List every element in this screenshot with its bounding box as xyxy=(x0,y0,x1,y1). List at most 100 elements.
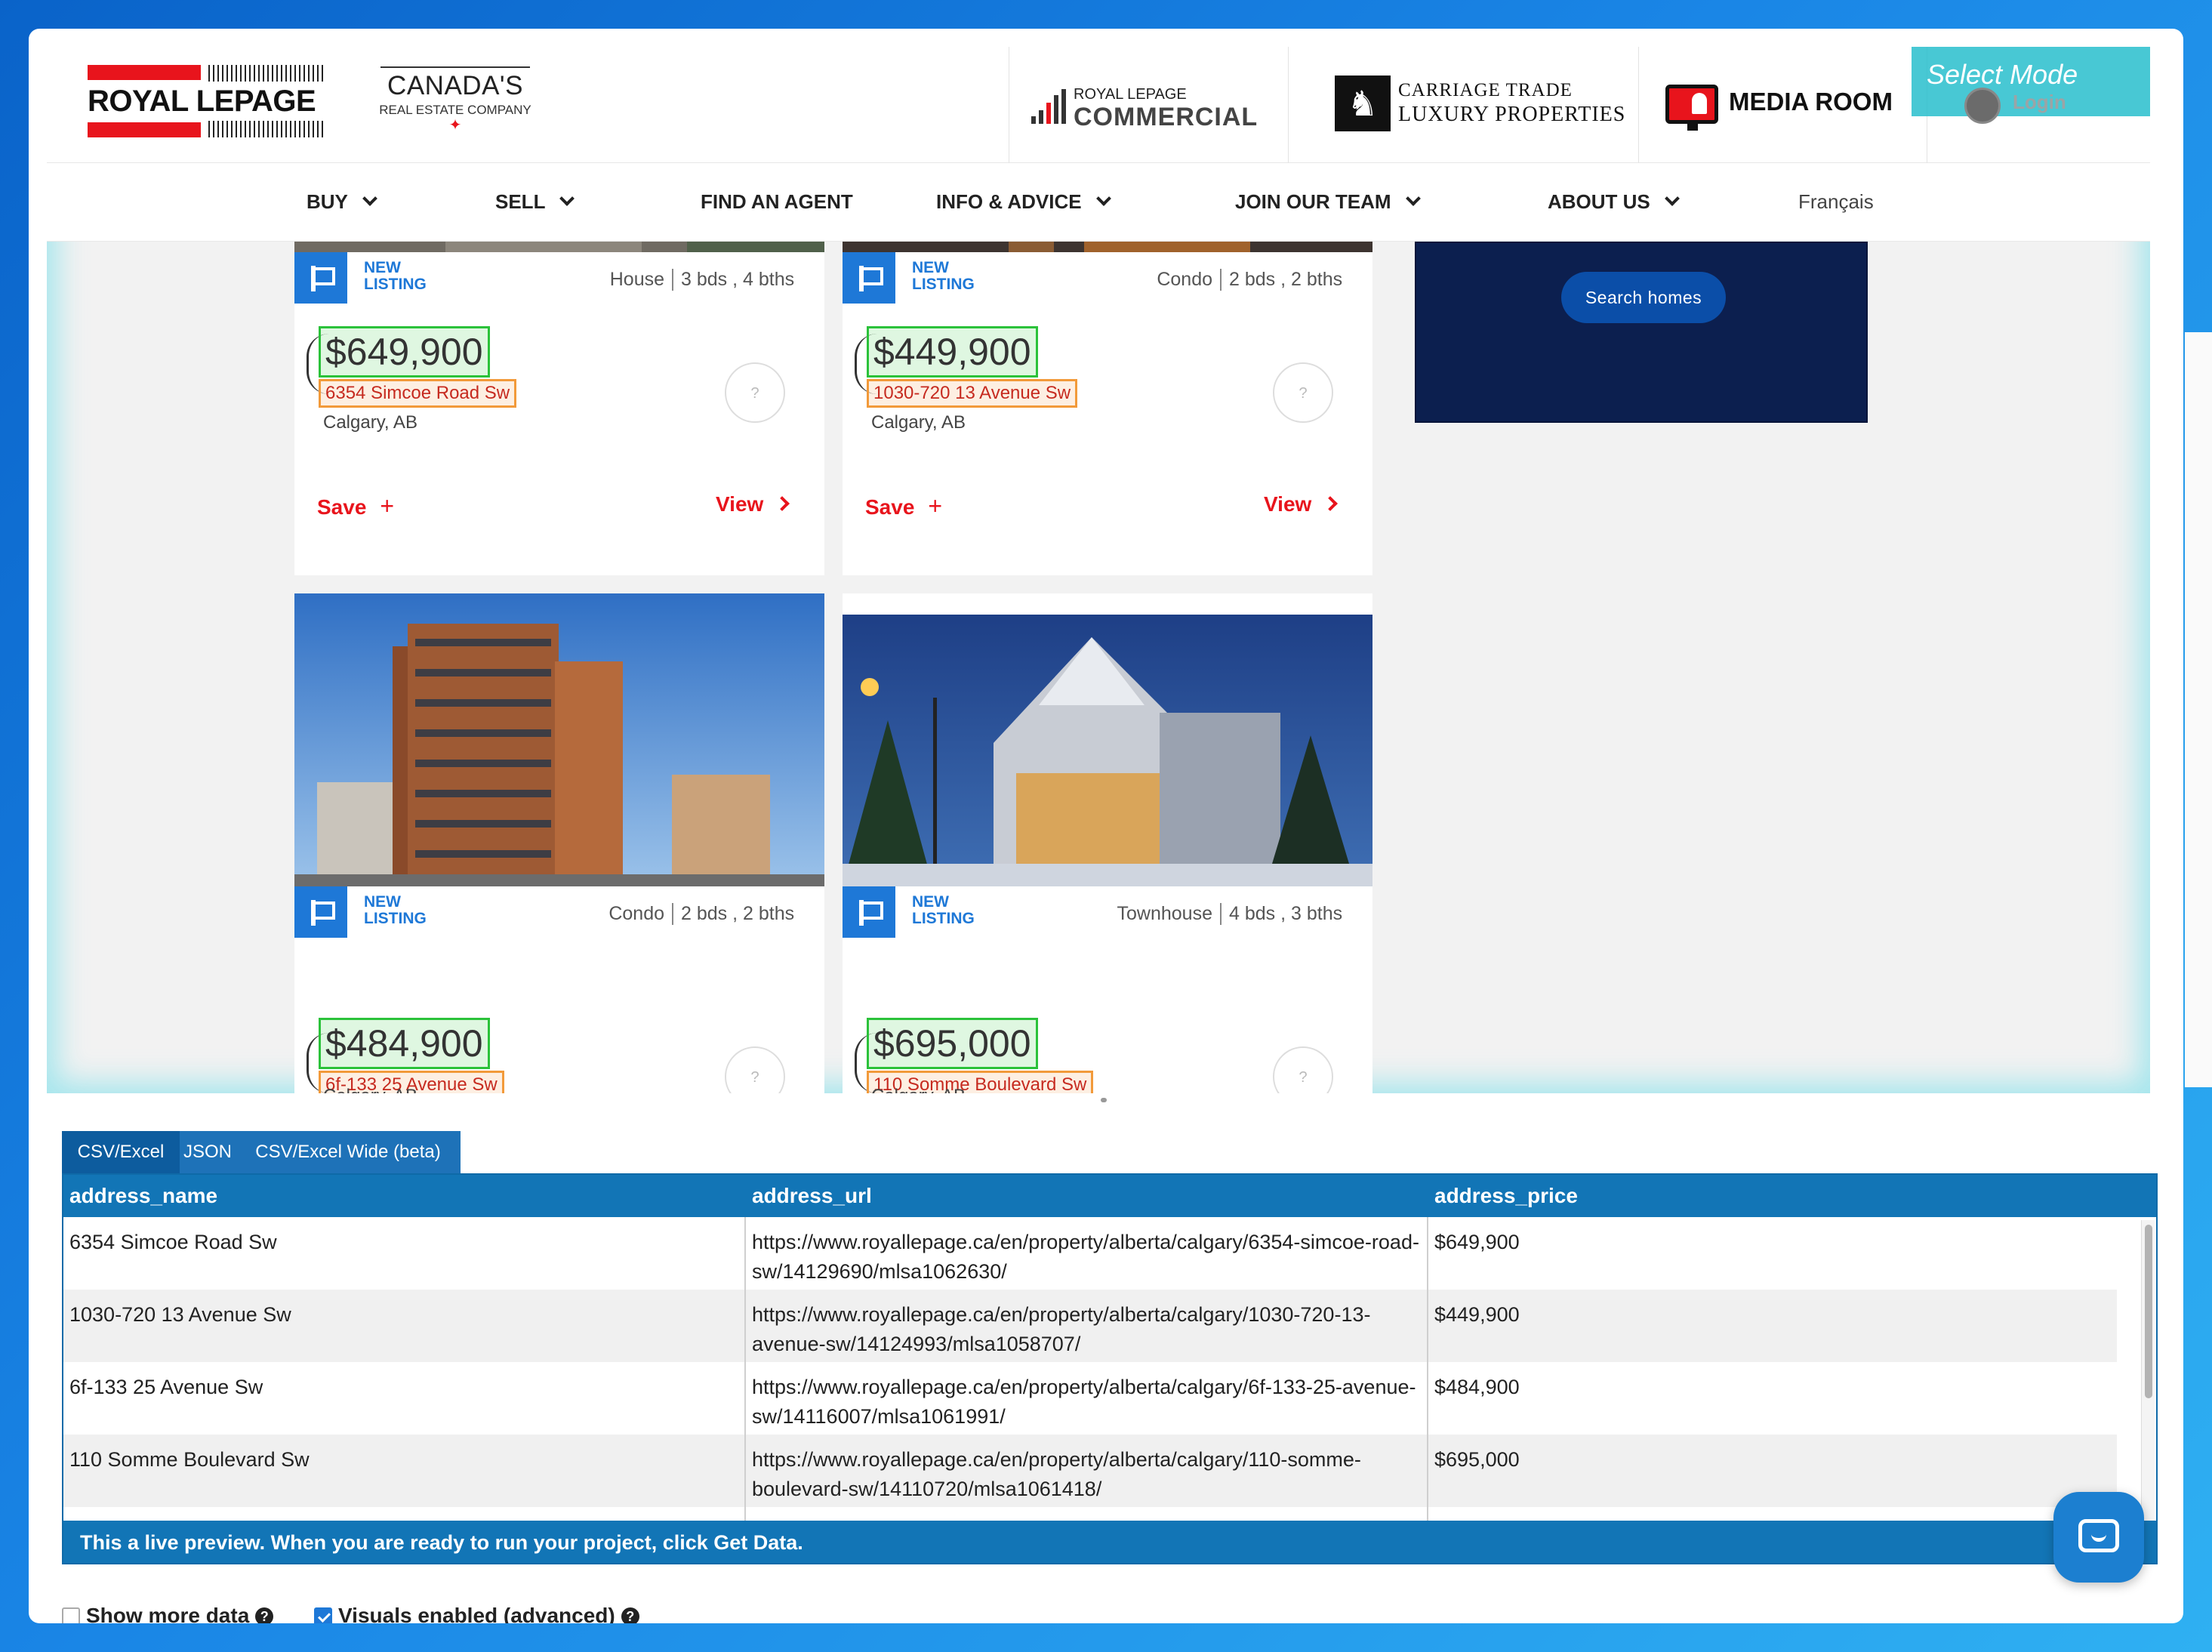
tab-json[interactable]: JSON xyxy=(180,1131,236,1173)
cell-address-price: $695,000 xyxy=(1434,1448,1520,1471)
new-listing-badge: NEW LISTING xyxy=(364,259,427,293)
chevron-down-icon xyxy=(1095,191,1111,206)
listing-price[interactable]: $695,000 xyxy=(867,1018,1038,1069)
chevron-down-icon xyxy=(559,191,575,206)
table-row[interactable]: 6354 Simcoe Road Sw https://www.royallep… xyxy=(63,1217,2117,1290)
logo-text: CARRIAGE TRADE xyxy=(1398,80,1573,100)
tab-csv-wide[interactable]: CSV/Excel Wide (beta) xyxy=(236,1131,461,1173)
carriage-trade-logo[interactable]: ♞ CARRIAGE TRADE LUXURY PROPERTIES xyxy=(1335,76,1625,136)
horse-icon: ♞ xyxy=(1335,76,1391,131)
logo-lines xyxy=(208,121,325,137)
beds-baths: 2 bds , 2 bths xyxy=(672,903,794,925)
chat-support-icon[interactable] xyxy=(2053,1492,2144,1583)
nav-find-agent[interactable]: FIND AN AGENT xyxy=(701,190,853,214)
cell-address-name: 6354 Simcoe Road Sw xyxy=(69,1231,277,1253)
listing-price[interactable]: $484,900 xyxy=(319,1018,490,1069)
question-icon[interactable]: ? xyxy=(1273,1046,1333,1093)
save-button[interactable]: Save + xyxy=(317,492,394,520)
new-listing-badge: NEW LISTING xyxy=(912,893,975,927)
listing-photo[interactable] xyxy=(843,615,1372,886)
sign-icon xyxy=(294,886,347,938)
website-preview[interactable]: NEW LISTING House 3 bds , 4 bths $649,90… xyxy=(47,47,2150,1093)
listing-card[interactable]: NEW LISTING Townhouse 4 bds , 3 bths $69… xyxy=(843,593,1372,1093)
listing-city: Calgary, AB xyxy=(323,412,417,433)
media-monitor-icon xyxy=(1665,85,1718,131)
show-more-data-checkbox[interactable] xyxy=(62,1607,80,1623)
nav-sell[interactable]: SELL xyxy=(495,190,575,214)
listing-address[interactable]: 6354 Simcoe Road Sw xyxy=(319,379,517,408)
nav-info-advice[interactable]: INFO & ADVICE xyxy=(936,190,1111,214)
media-room-link[interactable]: MEDIA ROOM xyxy=(1665,82,1907,134)
sign-icon xyxy=(294,252,347,304)
show-more-data-option[interactable]: Show more data? xyxy=(62,1604,274,1623)
live-preview-banner: This a live preview. When you are ready … xyxy=(63,1521,2156,1563)
listing-photo[interactable] xyxy=(294,593,824,886)
listing-card[interactable]: NEW LISTING House 3 bds , 4 bths $649,90… xyxy=(294,242,824,575)
cell-address-price: $484,900 xyxy=(1434,1376,1520,1398)
listing-meta: NEW LISTING Condo 2 bds , 2 bths xyxy=(294,886,824,938)
table-scrollbar[interactable] xyxy=(2141,1220,2155,1522)
listing-address[interactable]: 1030-720 13 Avenue Sw xyxy=(867,379,1078,408)
nav-buy[interactable]: BUY xyxy=(307,190,377,214)
table-row[interactable]: 1030-720 13 Avenue Sw https://www.royall… xyxy=(63,1290,2117,1362)
sign-icon xyxy=(843,252,895,304)
login-link[interactable]: Login xyxy=(2013,91,2066,114)
cell-address-name: 6f-133 25 Avenue Sw xyxy=(69,1376,263,1398)
tab-csv-excel[interactable]: CSV/Excel xyxy=(62,1131,180,1173)
live-preview-text: This a live preview. When you are ready … xyxy=(80,1531,803,1554)
data-table: address_name address_url address_price 6… xyxy=(62,1173,2158,1564)
save-button[interactable]: Save + xyxy=(865,492,942,520)
app-window: NEW LISTING House 3 bds , 4 bths $649,90… xyxy=(29,29,2183,1623)
table-row[interactable]: 110 Somme Boulevard Sw https://www.royal… xyxy=(63,1435,2117,1507)
nav-join-team[interactable]: JOIN OUR TEAM xyxy=(1235,190,1421,214)
listing-price[interactable]: $649,900 xyxy=(319,326,490,378)
property-type: House xyxy=(609,269,664,290)
table-header: address_name address_url address_price xyxy=(63,1175,2156,1217)
house-photo-strip xyxy=(294,242,824,252)
townhouse-photo xyxy=(843,615,1372,886)
question-icon[interactable]: ? xyxy=(1273,362,1333,423)
beds-baths: 2 bds , 2 bths xyxy=(1220,269,1342,291)
listing-price[interactable]: $449,900 xyxy=(867,326,1038,378)
question-icon[interactable]: ? xyxy=(725,362,785,423)
help-icon[interactable]: ? xyxy=(621,1607,639,1623)
commercial-logo[interactable]: ROYAL LEPAGE COMMERCIAL xyxy=(1031,82,1265,134)
nav-about-us[interactable]: ABOUT US xyxy=(1548,190,1680,214)
help-icon[interactable]: ? xyxy=(255,1607,274,1623)
listing-photo[interactable] xyxy=(843,242,1372,252)
user-avatar-icon xyxy=(1964,88,2001,124)
table-row[interactable]: 6f-133 25 Avenue Sw https://www.royallep… xyxy=(63,1362,2117,1435)
main-nav: BUY SELL FIND AN AGENT INFO & ADVICE JOI… xyxy=(47,163,2150,242)
condo-building-photo xyxy=(294,593,824,886)
panel-resize-handle[interactable] xyxy=(1101,1098,1107,1102)
select-mode-label: Select Mode xyxy=(1927,59,2078,90)
select-mode-overlay[interactable]: Select Mode Login xyxy=(1912,47,2150,124)
cell-address-url: https://www.royallepage.ca/en/property/a… xyxy=(752,1231,1419,1283)
listing-photo[interactable] xyxy=(294,242,824,252)
question-icon[interactable]: ? xyxy=(725,1046,785,1093)
logo-text: COMMERCIAL xyxy=(1074,103,1258,131)
logo-text: CANADA'S xyxy=(387,71,523,100)
view-button[interactable]: View xyxy=(716,492,790,516)
cell-address-price: $649,900 xyxy=(1434,1231,1520,1253)
column-header: address_price xyxy=(1434,1184,1578,1207)
listing-card[interactable]: NEW LISTING Condo 2 bds , 2 bths $484,90… xyxy=(294,593,824,1093)
visuals-enabled-option[interactable]: Visuals enabled (advanced)? xyxy=(314,1604,639,1623)
chevron-down-icon xyxy=(362,191,377,206)
logo-text: ROYAL LEPAGE xyxy=(1074,86,1187,103)
visuals-enabled-checkbox[interactable] xyxy=(314,1607,332,1623)
canadas-real-estate-logo: CANADA'S REAL ESTATE COMPANY ✦ xyxy=(376,63,535,146)
logo-red-bar xyxy=(88,65,201,80)
column-header: address_name xyxy=(69,1184,218,1207)
logo-text: ROYAL LEPAGE xyxy=(88,85,316,118)
cell-address-url: https://www.royallepage.ca/en/property/a… xyxy=(752,1448,1361,1500)
new-listing-badge: NEW LISTING xyxy=(912,259,975,293)
language-toggle[interactable]: Français xyxy=(1798,190,1874,214)
view-button[interactable]: View xyxy=(1264,492,1339,516)
listing-card[interactable]: NEW LISTING Condo 2 bds , 2 bths $449,90… xyxy=(843,242,1372,575)
royal-lepage-logo[interactable]: ROYAL LEPAGE xyxy=(88,62,325,140)
beds-baths: 3 bds , 4 bths xyxy=(672,269,794,291)
cell-address-name: 110 Somme Boulevard Sw xyxy=(69,1448,310,1471)
logo-lines xyxy=(208,65,325,82)
search-homes-button[interactable]: Search homes xyxy=(1561,272,1726,323)
